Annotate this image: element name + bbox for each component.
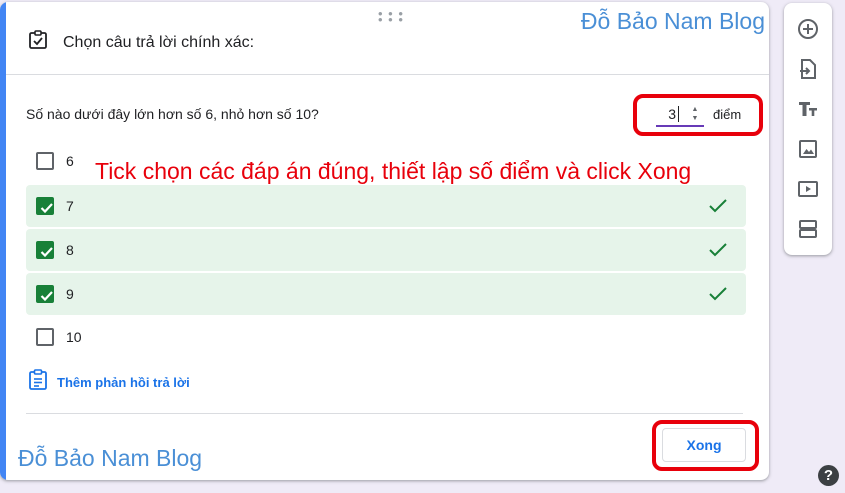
help-icon[interactable]: ? — [818, 465, 839, 486]
watermark-top: Đỗ Bảo Nam Blog — [580, 8, 765, 34]
option-row-correct[interactable]: 7 — [26, 185, 746, 227]
import-questions-icon[interactable] — [796, 57, 820, 81]
feedback-clipboard-icon — [28, 369, 48, 396]
add-section-icon[interactable] — [796, 217, 820, 241]
watermark-bottom: Đỗ Bảo Nam Blog — [18, 445, 203, 471]
answer-key-header: Chọn câu trả lời chính xác: — [28, 30, 254, 55]
option-label: 6 — [66, 153, 74, 169]
correct-check-icon — [708, 284, 728, 309]
question-card: • • • • • • Chọn câu trả lời chính xác: Đ… — [0, 2, 769, 480]
points-unit: điểm — [713, 107, 742, 122]
checkbox-unchecked-icon[interactable] — [36, 152, 54, 170]
add-video-icon[interactable] — [796, 177, 820, 201]
correct-check-icon — [708, 196, 728, 221]
checkbox-checked-icon[interactable] — [36, 197, 54, 215]
add-feedback-link[interactable]: Thêm phản hồi trả lời — [28, 369, 190, 396]
divider — [6, 74, 769, 75]
done-button[interactable]: Xong — [662, 428, 746, 462]
section-label: Chọn câu trả lời chính xác: — [63, 33, 255, 51]
add-question-icon[interactable] — [796, 17, 820, 41]
checkbox-unchecked-icon[interactable] — [36, 328, 54, 346]
floating-toolbar — [784, 3, 832, 255]
checkbox-checked-icon[interactable] — [36, 285, 54, 303]
option-row[interactable]: 10 — [26, 316, 746, 358]
question-text: Số nào dưới đây lớn hơn số 6, nhỏ hơn số… — [26, 106, 319, 122]
checkbox-checked-icon[interactable] — [36, 241, 54, 259]
option-label: 9 — [66, 286, 74, 302]
drag-handle-icon[interactable]: • • • • • • — [378, 7, 404, 26]
option-label: 7 — [66, 198, 74, 214]
spinner-arrows-icon[interactable]: ▲ ▼ — [690, 105, 700, 123]
option-row-correct[interactable]: 9 — [26, 273, 746, 315]
option-row-correct[interactable]: 8 — [26, 229, 746, 271]
divider — [26, 413, 743, 414]
option-row[interactable]: 6 — [26, 140, 746, 182]
option-label: 8 — [66, 242, 74, 258]
points-input[interactable]: 3 ▲ ▼ — [656, 103, 704, 127]
checklist-icon — [28, 30, 48, 55]
text-caret — [678, 106, 679, 122]
add-image-icon[interactable] — [796, 137, 820, 161]
correct-check-icon — [708, 240, 728, 265]
add-title-icon[interactable] — [796, 97, 820, 121]
option-label: 10 — [66, 329, 82, 345]
add-feedback-label[interactable]: Thêm phản hồi trả lời — [57, 375, 190, 390]
points-value[interactable]: 3 — [668, 106, 676, 122]
